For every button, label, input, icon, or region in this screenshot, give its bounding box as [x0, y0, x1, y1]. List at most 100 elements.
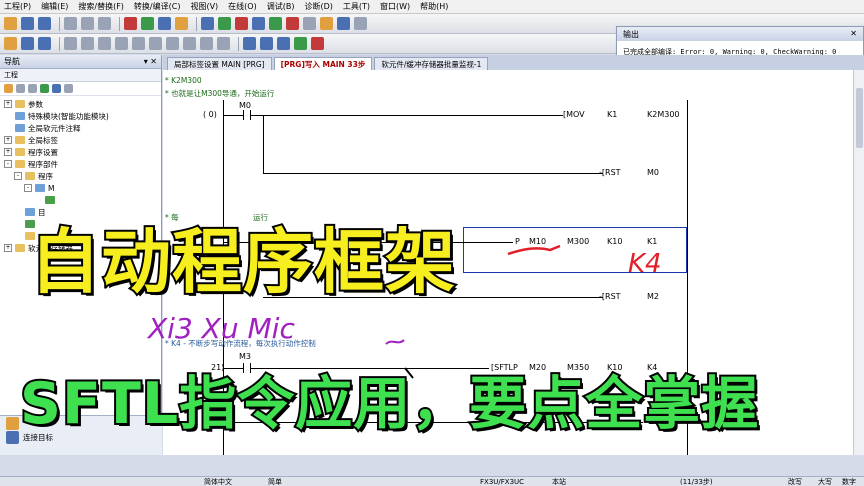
device-list-icon[interactable] — [320, 17, 333, 30]
nav-delete-icon[interactable] — [28, 84, 37, 93]
menu-project[interactable]: 工程(P) — [4, 1, 31, 12]
cross-ref-icon[interactable] — [337, 17, 350, 30]
menu-find-replace[interactable]: 搜索/替换(F) — [78, 1, 124, 12]
list-mode-icon[interactable] — [38, 37, 51, 50]
zoom-out-icon[interactable] — [311, 37, 324, 50]
undo-icon[interactable] — [124, 17, 137, 30]
tree-item[interactable]: + 参数 — [4, 98, 161, 110]
document-icon — [15, 112, 25, 120]
operand: K10 — [607, 237, 623, 246]
editor-tabs: 局部标签设置 MAIN [PRG] [PRG]写入 MAIN 33步 软元件/缓… — [163, 55, 864, 70]
menu-help[interactable]: 帮助(H) — [420, 1, 448, 12]
instruction-rst[interactable]: -[RST — [599, 168, 621, 177]
tree-item[interactable] — [4, 194, 161, 206]
status-num: 数字 — [842, 477, 856, 486]
nav-sort-icon[interactable] — [64, 84, 73, 93]
operand: M300 — [567, 237, 590, 246]
collapse-icon[interactable]: - — [14, 172, 22, 180]
parallel-open-contact-icon[interactable] — [81, 37, 94, 50]
zoom-in-icon[interactable] — [294, 37, 307, 50]
simulation-icon[interactable] — [303, 17, 316, 30]
tree-item[interactable]: 全局软元件注释 — [4, 122, 161, 134]
tree-item[interactable]: 特殊模块(智能功能模块) — [4, 110, 161, 122]
instruction-rst[interactable]: -[RST — [599, 292, 621, 301]
monitor-stop-icon[interactable] — [286, 17, 299, 30]
menu-debug[interactable]: 调试(B) — [267, 1, 295, 12]
navigation-pin-icon[interactable]: ▾ ✕ — [144, 57, 157, 66]
project-view-icon — [6, 416, 19, 430]
tab-device-monitor[interactable]: 软元件/缓冲存储器批量监视-1 — [374, 57, 489, 70]
expand-icon[interactable]: + — [4, 100, 12, 108]
connection-icon — [6, 430, 19, 444]
cut-icon[interactable] — [64, 17, 77, 30]
folder-icon — [15, 244, 25, 252]
menu-convert[interactable]: 转换/编译(C) — [134, 1, 181, 12]
tree-item-label: 程序 — [38, 171, 53, 181]
vertical-line-icon[interactable] — [183, 37, 196, 50]
open-contact[interactable] — [243, 110, 251, 120]
instruction-icon[interactable] — [149, 37, 162, 50]
output-close-icon[interactable]: ✕ — [850, 29, 857, 39]
paste-icon[interactable] — [98, 17, 111, 30]
menu-online[interactable]: 在线(O) — [228, 1, 257, 12]
nav-copy-icon[interactable] — [16, 84, 25, 93]
tree-item[interactable]: -M — [4, 182, 161, 194]
coil-icon[interactable] — [132, 37, 145, 50]
note-icon[interactable] — [277, 37, 290, 50]
menu-tools[interactable]: 工具(T) — [343, 1, 370, 12]
monitor-start-icon[interactable] — [269, 17, 282, 30]
replace-icon[interactable] — [175, 17, 188, 30]
tree-item[interactable]: - 程序 — [4, 170, 161, 182]
falling-edge-icon[interactable] — [217, 37, 230, 50]
menu-window[interactable]: 窗口(W) — [380, 1, 410, 12]
save-icon[interactable] — [38, 17, 51, 30]
rising-edge-icon[interactable] — [200, 37, 213, 50]
ladder-mode-icon[interactable] — [21, 37, 34, 50]
expand-icon[interactable]: + — [4, 244, 12, 252]
collapse-icon[interactable]: - — [24, 184, 32, 192]
program-icon — [45, 196, 55, 204]
find-icon[interactable] — [158, 17, 171, 30]
status-station: 本站 — [552, 477, 566, 486]
expand-icon[interactable]: + — [4, 148, 12, 156]
redo-icon[interactable] — [141, 17, 154, 30]
tree-item[interactable]: + 程序设置 — [4, 146, 161, 158]
nav-property-icon[interactable] — [52, 84, 61, 93]
close-contact-icon[interactable] — [98, 37, 111, 50]
rung-line — [251, 115, 563, 116]
options-icon[interactable] — [354, 17, 367, 30]
scrollbar-thumb[interactable] — [856, 88, 863, 148]
grip-icon — [4, 37, 17, 50]
open-contact-icon[interactable] — [64, 37, 77, 50]
expand-icon[interactable]: + — [4, 136, 12, 144]
compile-icon[interactable] — [201, 17, 214, 30]
statement-icon[interactable] — [260, 37, 273, 50]
parallel-close-contact-icon[interactable] — [115, 37, 128, 50]
collapse-icon[interactable]: - — [4, 160, 12, 168]
tab-local-label[interactable]: 局部标签设置 MAIN [PRG] — [167, 57, 272, 70]
nav-new-data-icon[interactable] — [4, 84, 13, 93]
tree-item[interactable]: - 程序部件 — [4, 158, 161, 170]
folder-icon — [25, 172, 35, 180]
open-project-icon[interactable] — [21, 17, 34, 30]
menu-view[interactable]: 视图(V) — [190, 1, 218, 12]
horizontal-line-icon[interactable] — [166, 37, 179, 50]
compile-all-icon[interactable] — [218, 17, 231, 30]
instruction-sftlp[interactable]: P — [515, 237, 520, 246]
write-plc-icon[interactable] — [235, 17, 248, 30]
statement-comment: * K4 - 不断步写动作流程，每次执行动作控制 — [165, 339, 316, 348]
nav-refresh-icon[interactable] — [40, 84, 49, 93]
new-project-icon[interactable] — [4, 17, 17, 30]
instruction-mov[interactable]: [MOV — [563, 110, 585, 119]
toolbar-divider — [59, 16, 60, 31]
editor-vertical-scrollbar[interactable] — [853, 70, 864, 455]
tree-item[interactable]: + 全局标签 — [4, 134, 161, 146]
rung-line — [223, 115, 243, 116]
menu-diagnostics[interactable]: 诊断(D) — [304, 1, 332, 12]
menu-edit[interactable]: 编辑(E) — [41, 1, 68, 12]
navigation-header: 导航 ▾ ✕ — [0, 55, 161, 69]
read-plc-icon[interactable] — [252, 17, 265, 30]
copy-icon[interactable] — [81, 17, 94, 30]
device-comment-icon[interactable] — [243, 37, 256, 50]
tab-main-program[interactable]: [PRG]写入 MAIN 33步 — [273, 57, 373, 70]
